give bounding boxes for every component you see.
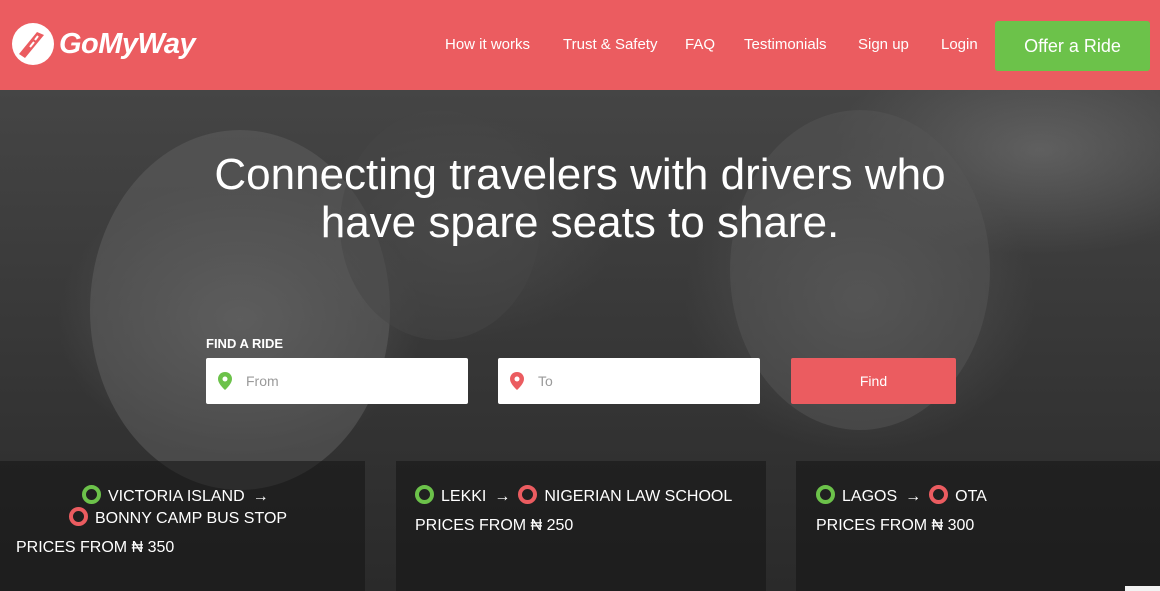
from-field[interactable] — [206, 358, 468, 404]
logo-road-icon — [12, 23, 54, 65]
logo[interactable]: GoMyWay — [11, 22, 196, 66]
destination-ring-icon — [518, 485, 538, 504]
nav-sign-up[interactable]: Sign up — [858, 36, 909, 53]
route-arrow: → — [252, 488, 269, 505]
route-destination: NIGERIAN LAW SCHOOL — [544, 488, 733, 505]
route-origin-row: VICTORIA ISLAND → — [82, 485, 277, 506]
origin-ring-icon — [82, 485, 101, 504]
brand-name: GoMyWay — [59, 27, 196, 60]
site-header: GoMyWay How it works Trust & Safety FAQ … — [0, 0, 1160, 90]
find-button[interactable]: Find — [791, 358, 956, 404]
route-price: PRICES FROM ₦ 250 — [415, 517, 574, 534]
hero-headline-line-1: Connecting travelers with drivers who — [214, 150, 946, 199]
route-origin-row: LEKKI → NIGERIAN LAW SCHOOL — [415, 485, 732, 506]
to-input[interactable] — [538, 373, 738, 389]
nav-faq[interactable]: FAQ — [685, 36, 715, 53]
destination-ring-icon — [929, 485, 949, 504]
route-card[interactable]: LEKKI → NIGERIAN LAW SCHOOL PRICES FROM ₦ … — [396, 461, 766, 591]
route-arrow: → — [905, 488, 922, 505]
location-pin-red-icon — [510, 372, 524, 390]
origin-ring-icon — [415, 485, 434, 504]
origin-ring-icon — [816, 485, 835, 504]
route-card[interactable]: LAGOS → OTA PRICES FROM ₦ 300 — [796, 461, 1160, 591]
route-destination-row: BONNY CAMP BUS STOP — [69, 507, 287, 528]
route-price: PRICES FROM ₦ 300 — [816, 517, 975, 534]
find-ride-label: FIND A RIDE — [206, 336, 284, 351]
route-origin: VICTORIA ISLAND — [108, 488, 245, 505]
route-destination: BONNY CAMP BUS STOP — [95, 510, 288, 527]
to-field[interactable] — [498, 358, 760, 404]
route-origin: LEKKI — [441, 488, 487, 505]
route-card[interactable]: VICTORIA ISLAND → BONNY CAMP BUS STOP PRI… — [0, 461, 365, 591]
hero-headline-line-2: have spare seats to share. — [320, 198, 840, 247]
nav-login[interactable]: Login — [941, 36, 978, 53]
nav-testimonials[interactable]: Testimonials — [744, 36, 827, 53]
route-origin-row: LAGOS → OTA — [816, 485, 987, 506]
offer-ride-button[interactable]: Offer a Ride — [995, 21, 1150, 71]
nav-how-it-works[interactable]: How it works — [445, 36, 530, 53]
route-destination: OTA — [955, 488, 987, 505]
from-input[interactable] — [246, 373, 446, 389]
destination-ring-icon — [69, 507, 88, 526]
hero-headline: Connecting travelers with drivers who ha… — [0, 151, 1160, 247]
route-origin: LAGOS — [842, 488, 898, 505]
location-pin-green-icon — [218, 372, 232, 390]
hero-section: Connecting travelers with drivers who ha… — [0, 90, 1160, 591]
chat-widget-tab[interactable] — [1125, 586, 1160, 591]
nav-trust-safety[interactable]: Trust & Safety — [563, 36, 657, 53]
route-arrow: → — [494, 488, 511, 505]
route-price: PRICES FROM ₦ 350 — [16, 539, 175, 556]
